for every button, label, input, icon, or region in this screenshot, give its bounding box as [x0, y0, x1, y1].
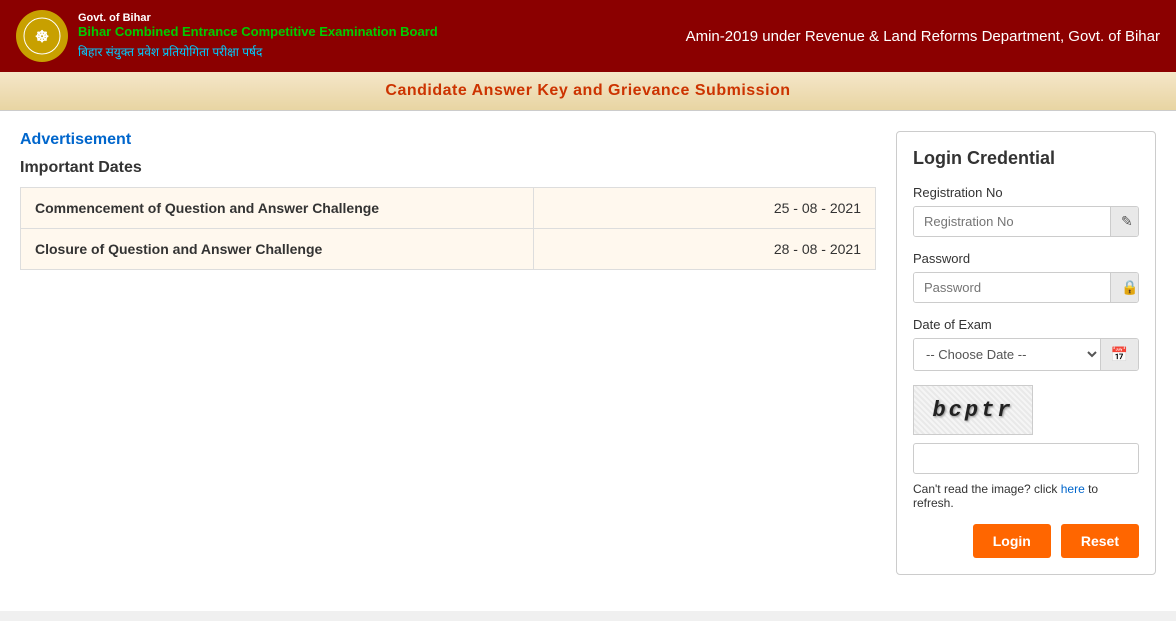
dates-table: Commencement of Question and Answer Chal… [20, 187, 876, 270]
main-content: Advertisement Important Dates Commenceme… [0, 111, 1176, 611]
captcha-image: bcptr [913, 385, 1033, 435]
logo-area: ☸ Govt. of Bihar Bihar Combined Entrance… [16, 10, 438, 62]
event-date: 28 - 08 - 2021 [534, 229, 876, 270]
button-row: Login Reset [913, 524, 1139, 558]
password-input-container: 🔒 [913, 272, 1139, 303]
captcha-input[interactable] [913, 443, 1139, 474]
login-button[interactable]: Login [973, 524, 1051, 558]
login-title: Login Credential [913, 148, 1139, 169]
hindi-text: बिहार संयुक्त प्रवेश प्रतियोगिता परीक्षा… [78, 43, 438, 60]
advertisement-link[interactable]: Advertisement [20, 131, 876, 149]
table-row: Closure of Question and Answer Challenge… [21, 229, 876, 270]
password-lock-icon-button[interactable]: 🔒 [1110, 273, 1139, 302]
header-page-title: Amin-2019 under Revenue & Land Reforms D… [686, 28, 1160, 45]
date-of-exam-group: Date of Exam -- Choose Date -- 📅 [913, 317, 1139, 371]
date-of-exam-select-container: -- Choose Date -- 📅 [913, 338, 1139, 371]
lock-icon: 🔒 [1121, 279, 1138, 296]
captcha-refresh-prefix: Can't read the image? click [913, 482, 1057, 496]
important-dates-title: Important Dates [20, 159, 876, 177]
edit-icon: ✎ [1121, 213, 1133, 230]
reg-no-input[interactable] [914, 207, 1110, 236]
registration-no-group: Registration No ✎ [913, 185, 1139, 237]
captcha-container: bcptr Can't read the image? click here t… [913, 385, 1139, 510]
board-name: Bihar Combined Entrance Competitive Exam… [78, 24, 438, 41]
date-of-exam-label: Date of Exam [913, 317, 1139, 332]
sub-header-title: Candidate Answer Key and Grievance Submi… [385, 82, 790, 99]
event-name: Commencement of Question and Answer Chal… [21, 188, 534, 229]
password-group: Password 🔒 [913, 251, 1139, 303]
reg-no-label: Registration No [913, 185, 1139, 200]
reset-button[interactable]: Reset [1061, 524, 1139, 558]
password-label: Password [913, 251, 1139, 266]
login-panel: Login Credential Registration No ✎ Passw… [896, 131, 1156, 575]
emblem-icon: ☸ [16, 10, 68, 62]
event-date: 25 - 08 - 2021 [534, 188, 876, 229]
password-input[interactable] [914, 273, 1110, 302]
header: ☸ Govt. of Bihar Bihar Combined Entrance… [0, 0, 1176, 72]
captcha-text: bcptr [932, 398, 1013, 423]
date-of-exam-select[interactable]: -- Choose Date -- [914, 339, 1100, 370]
svg-text:☸: ☸ [35, 29, 49, 46]
logo-text-block: Govt. of Bihar Bihar Combined Entrance C… [78, 12, 438, 60]
sub-header: Candidate Answer Key and Grievance Submi… [0, 72, 1176, 111]
captcha-refresh-link[interactable]: here [1061, 482, 1088, 496]
calendar-icon: 📅 [1111, 346, 1128, 363]
calendar-icon-button[interactable]: 📅 [1100, 339, 1138, 370]
table-row: Commencement of Question and Answer Chal… [21, 188, 876, 229]
gov-line: Govt. of Bihar [78, 12, 438, 24]
reg-no-edit-icon-button[interactable]: ✎ [1110, 207, 1139, 236]
reg-no-input-container: ✎ [913, 206, 1139, 237]
event-name: Closure of Question and Answer Challenge [21, 229, 534, 270]
left-panel: Advertisement Important Dates Commenceme… [20, 131, 896, 270]
captcha-refresh-text: Can't read the image? click here to refr… [913, 482, 1139, 510]
